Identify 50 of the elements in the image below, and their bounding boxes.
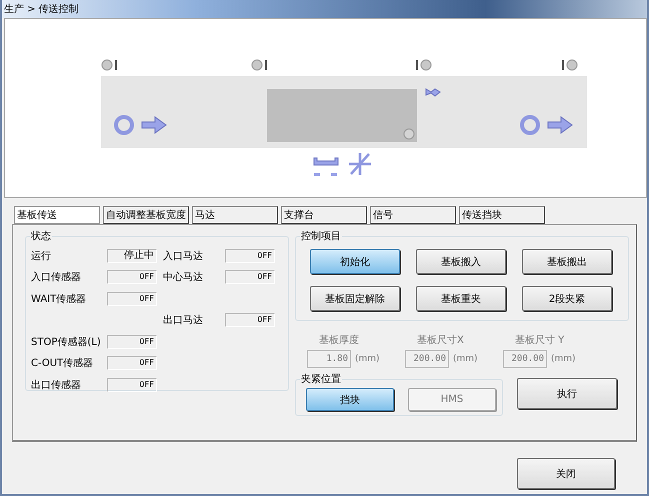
unit-label: (mm) <box>355 354 380 364</box>
crosshair-icon <box>347 151 373 177</box>
support-table-icon <box>313 156 339 178</box>
arrow-icon <box>141 116 167 134</box>
tab[interactable]: 传送挡块 <box>459 206 545 224</box>
status-label: 入口传感器 <box>31 270 82 284</box>
tab[interactable]: 信号 <box>370 206 456 224</box>
status-label: 出口马达 <box>162 314 204 328</box>
status-value: OFF <box>225 248 275 263</box>
clamp-button[interactable]: 挡块 <box>306 388 394 411</box>
control-button[interactable]: 基板重夹 <box>416 286 506 311</box>
control-button[interactable]: 2段夹紧 <box>522 286 612 311</box>
param-label: 基板尺寸X <box>416 334 465 347</box>
status-label: 中心马达 <box>162 270 204 284</box>
group-title: 夹紧位置 <box>300 372 342 386</box>
status-label: 出口传感器 <box>31 378 82 392</box>
status-label: WAIT传感器 <box>31 292 88 306</box>
status-value: OFF <box>107 356 157 370</box>
execute-button[interactable]: 执行 <box>517 378 617 409</box>
status-value: OFF <box>107 334 157 349</box>
group-title: 控制项目 <box>300 230 342 243</box>
tab[interactable]: 支撑台 <box>281 206 367 224</box>
close-button[interactable]: 关闭 <box>517 458 615 489</box>
arrow-icon <box>547 116 573 134</box>
control-button[interactable]: 基板固定解除 <box>310 286 400 311</box>
ring-icon <box>113 114 137 136</box>
status-label: C-OUT传感器 <box>31 356 94 370</box>
ring-icon <box>519 114 543 136</box>
tab[interactable]: 马达 <box>192 206 278 224</box>
control-button[interactable]: 基板搬出 <box>522 249 612 274</box>
control-button[interactable]: 初始化 <box>310 249 400 274</box>
status-value: OFF <box>107 270 157 284</box>
param-label: 基板厚度 <box>318 334 360 347</box>
status-value: OFF <box>225 270 275 284</box>
status-value: OFF <box>107 292 157 306</box>
clamp-icon <box>425 87 441 97</box>
unit-label: (mm) <box>453 354 478 364</box>
param-label: 基板尺寸 Y <box>514 334 566 347</box>
breadcrumb: 生产 > 传送控制 <box>4 2 79 16</box>
group-title: 状态 <box>30 230 52 243</box>
unit-label: (mm) <box>551 354 576 364</box>
status-label: STOP传感器(L) <box>31 336 102 349</box>
status-value: OFF <box>225 313 275 328</box>
control-button[interactable]: 基板搬入 <box>416 249 506 274</box>
status-label: 入口马达 <box>162 250 204 263</box>
status-value: OFF <box>107 378 157 392</box>
tab[interactable]: 自动调整基板宽度 <box>103 206 189 224</box>
status-label: 运行 <box>31 250 52 263</box>
tab[interactable]: 基板传送 <box>14 206 100 224</box>
status-value: 停止中 <box>107 248 157 263</box>
